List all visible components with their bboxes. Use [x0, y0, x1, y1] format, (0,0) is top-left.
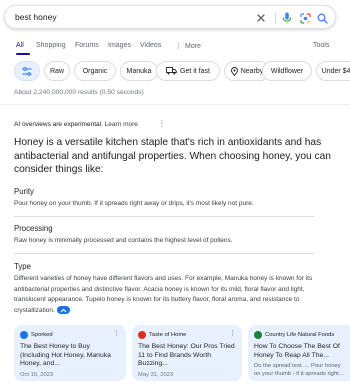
tab-videos[interactable]: Videos [140, 42, 161, 49]
card-title[interactable]: The Best Honey to Buy (Including Hot Hon… [20, 343, 120, 369]
expand-button[interactable] [56, 306, 70, 315]
card-source: Country Life Natural Foods [254, 330, 344, 340]
favicon-icon [20, 331, 28, 339]
filter-chips: Raw Organic Manuka Get it fast Nearby Wi… [14, 61, 350, 81]
section-title-purity: Purity [14, 187, 34, 196]
tab-more[interactable]: ⋮ More [175, 42, 201, 50]
section-title-processing: Processing [14, 224, 53, 233]
truck-icon [166, 67, 177, 75]
search-box[interactable]: best honey [4, 5, 336, 29]
search-input[interactable]: best honey [15, 12, 57, 22]
chip-raw[interactable]: Raw [44, 61, 70, 81]
section-divider [14, 216, 314, 217]
source-card-taste-of-home[interactable]: Taste of Home ⋮ The Best Honey: Our Pros… [132, 325, 242, 381]
chip-nearby-label: Nearby [240, 67, 264, 75]
ai-overview-notice: AI overviews are experimental. [14, 121, 103, 128]
favicon-icon [254, 331, 262, 339]
microphone-icon[interactable] [279, 10, 295, 26]
tab-more-label: More [185, 43, 201, 50]
lens-icon[interactable] [297, 10, 313, 26]
section-divider [14, 253, 314, 254]
source-card-country-life[interactable]: Country Life Natural Foods How To Choose… [248, 325, 350, 381]
chip-manuka[interactable]: Manuka [120, 61, 158, 81]
source-card-sporked[interactable]: Sporked ⋮ The Best Honey to Buy (Includi… [14, 325, 126, 381]
section-text-type-wrap: Different varieties of honey have differ… [14, 274, 336, 316]
chip-get-it-fast-label: Get it fast [180, 67, 210, 75]
chip-organic[interactable]: Organic [74, 61, 116, 81]
tab-all[interactable]: All [16, 42, 24, 49]
chip-filters[interactable] [14, 61, 40, 81]
location-pin-icon [230, 66, 238, 76]
chip-get-it-fast[interactable]: Get it fast [156, 61, 220, 81]
tune-icon [22, 66, 32, 76]
section-text-purity: Pour honey on your thumb. If it spreads … [14, 200, 254, 207]
section-text-processing: Raw honey is minimally processed and con… [14, 237, 233, 244]
chip-wildflower[interactable]: Wildflower [262, 61, 312, 81]
card-source-name: Country Life Natural Foods [265, 332, 335, 338]
more-vert-icon: ⋮ [175, 43, 182, 50]
chevron-up-icon [60, 308, 67, 312]
tab-shopping[interactable]: Shopping [36, 42, 66, 49]
tools-button[interactable]: Tools [313, 42, 329, 49]
card-date: Oct 16, 2023 [20, 371, 54, 378]
clear-icon[interactable] [253, 10, 269, 26]
learn-more-link[interactable]: Learn more [105, 121, 138, 128]
favicon-icon [138, 331, 146, 339]
ai-overview-summary: Honey is a versatile kitchen staple that… [14, 137, 331, 175]
more-vert-icon[interactable]: ⋮ [113, 329, 120, 337]
card-date: May 31, 2023 [138, 371, 174, 378]
chip-under-40[interactable]: Under $40 [316, 61, 350, 81]
divider [0, 104, 350, 105]
section-title-type: Type [14, 262, 31, 271]
tab-forums[interactable]: Forums [75, 42, 99, 49]
more-vert-icon[interactable]: ⋮ [229, 329, 236, 337]
tab-images[interactable]: Images [108, 42, 131, 49]
card-title[interactable]: The Best Honey: Our Pros Tried 11 to Fin… [138, 343, 236, 369]
more-options-icon[interactable]: ⋮ [158, 119, 166, 128]
card-source: Taste of Home [138, 330, 236, 340]
card-snippet: Do the spread test. ... Pour honey on yo… [254, 363, 344, 377]
ai-overview-header: AI overviews are experimental. Learn mor… [14, 121, 138, 128]
search-icon[interactable] [314, 10, 330, 26]
card-title[interactable]: How To Choose The Best Of Honey To Reap … [254, 343, 344, 360]
card-source-name: Taste of Home [149, 332, 187, 338]
search-tabs: All Shopping Forums Images Videos ⋮ More … [14, 42, 350, 54]
search-divider [275, 12, 276, 24]
results-count: About 2,240,000,000 results (0.50 second… [14, 89, 144, 96]
active-tab-indicator [16, 53, 30, 55]
card-source: Sporked [20, 330, 120, 340]
card-source-name: Sporked [31, 332, 53, 338]
